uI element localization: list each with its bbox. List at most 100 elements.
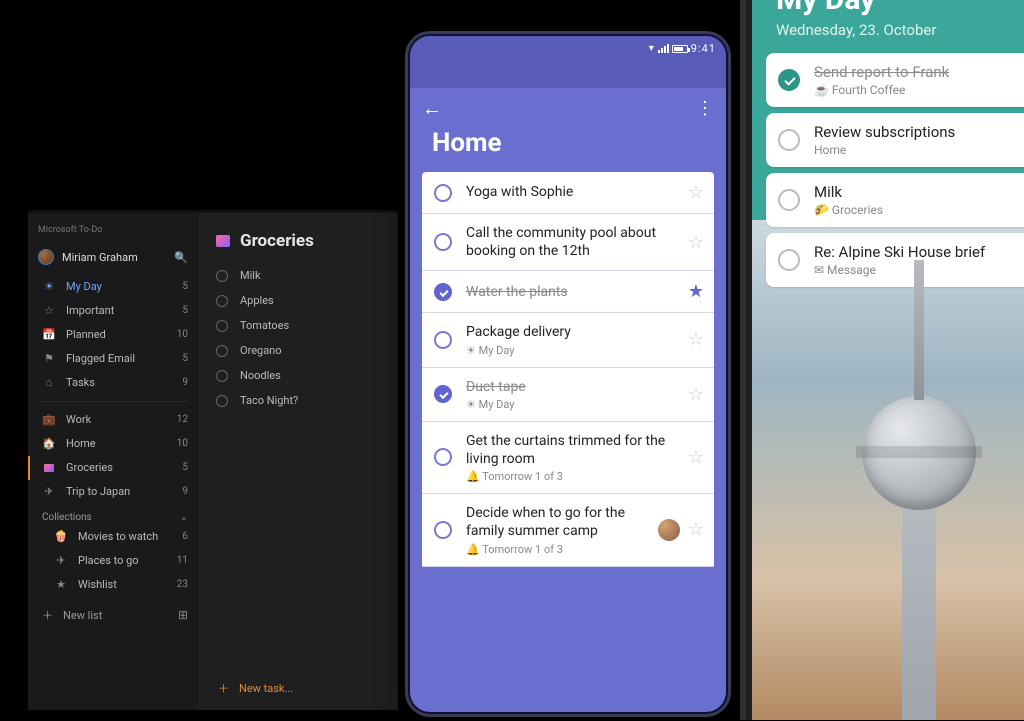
task-subtitle: 🔔 Tomorrow 1 of 3 bbox=[466, 470, 680, 483]
task-title: Re: Alpine Ski House brief bbox=[814, 243, 1024, 261]
collection-count: 11 bbox=[177, 553, 188, 569]
task-subtitle: Home bbox=[814, 143, 1024, 157]
task-title: Apples bbox=[240, 294, 274, 307]
nav-count: 5 bbox=[182, 351, 188, 367]
task-checkbox[interactable] bbox=[434, 233, 452, 251]
nav-label: My Day bbox=[66, 279, 182, 295]
nav-icon: ☆ bbox=[42, 303, 56, 319]
search-icon[interactable]: 🔍 bbox=[174, 251, 188, 264]
collection-count: 6 bbox=[182, 529, 188, 545]
task-checkbox[interactable] bbox=[216, 370, 228, 382]
list-title: Groceries bbox=[240, 231, 314, 251]
task-row[interactable]: Yoga with Sophie ☆ bbox=[422, 172, 714, 214]
star-icon[interactable]: ★ bbox=[688, 281, 704, 302]
star-icon[interactable]: ☆ bbox=[688, 519, 704, 540]
page-date: Wednesday, 23. October bbox=[752, 17, 1024, 53]
collection-item-wishlist[interactable]: ★Wishlist23 bbox=[28, 573, 198, 597]
task-checkbox[interactable] bbox=[434, 184, 452, 202]
tower-illustration bbox=[914, 260, 924, 400]
task-checkbox[interactable] bbox=[216, 320, 228, 332]
status-time: 9:41 bbox=[691, 42, 716, 55]
collection-label: Places to go bbox=[78, 553, 177, 569]
task-checkbox[interactable] bbox=[778, 69, 800, 91]
task-checkbox[interactable] bbox=[216, 295, 228, 307]
collections-header[interactable]: Collections ⌄ bbox=[28, 504, 198, 525]
collection-item-movies-to-watch[interactable]: 🍿Movies to watch6 bbox=[28, 525, 198, 549]
star-icon[interactable]: ☆ bbox=[688, 232, 704, 253]
nav-count: 5 bbox=[182, 303, 188, 319]
task-card[interactable]: Review subscriptionsHome bbox=[766, 113, 1024, 167]
android-topbar: ← ⋮ bbox=[410, 88, 726, 128]
task-title: Yoga with Sophie bbox=[466, 183, 680, 201]
task-row[interactable]: Package delivery☀ My Day☆ bbox=[422, 313, 714, 367]
list-label: Work bbox=[66, 412, 177, 428]
collection-item-places-to-go[interactable]: ✈Places to go11 bbox=[28, 549, 198, 573]
assignee-avatar bbox=[658, 519, 680, 541]
nav-item-important[interactable]: ☆ Important5 bbox=[28, 299, 198, 323]
task-checkbox[interactable] bbox=[434, 331, 452, 349]
task-checkbox[interactable] bbox=[216, 395, 228, 407]
list-icon: 💼 bbox=[42, 412, 56, 428]
list-item-home[interactable]: 🏠Home10 bbox=[28, 432, 198, 456]
user-row[interactable]: Miriam Graham 🔍 bbox=[28, 245, 198, 275]
more-menu-icon[interactable]: ⋮ bbox=[696, 98, 714, 119]
new-task-button[interactable]: ＋ New task... bbox=[218, 680, 293, 696]
list-label: Trip to Japan bbox=[66, 484, 182, 500]
collection-icon: 🍿 bbox=[54, 529, 68, 545]
task-checkbox[interactable] bbox=[434, 385, 452, 403]
task-row[interactable]: Decide when to go for the family summer … bbox=[422, 494, 714, 566]
task-subtitle: ☀ My Day bbox=[466, 344, 680, 357]
task-checkbox[interactable] bbox=[778, 129, 800, 151]
signal-icon bbox=[658, 44, 669, 53]
list-icon: 🏠 bbox=[42, 436, 56, 452]
ios-phone: My Day Wednesday, 23. October Send repor… bbox=[746, 0, 1024, 720]
task-row[interactable]: Call the community pool about booking on… bbox=[422, 214, 714, 271]
new-list-button[interactable]: ＋ New list ⊞ bbox=[28, 597, 198, 627]
list-label: Home bbox=[66, 436, 177, 452]
task-checkbox[interactable] bbox=[434, 283, 452, 301]
back-button[interactable]: ← bbox=[422, 96, 442, 121]
task-checkbox[interactable] bbox=[778, 189, 800, 211]
task-checkbox[interactable] bbox=[216, 270, 228, 282]
nav-item-tasks[interactable]: ⌂Tasks9 bbox=[28, 371, 198, 395]
task-checkbox[interactable] bbox=[434, 448, 452, 466]
task-row[interactable]: Oregano bbox=[210, 338, 390, 363]
task-list: Yoga with Sophie☆Call the community pool… bbox=[410, 172, 726, 567]
task-card[interactable]: Milk🌮 Groceries bbox=[766, 173, 1024, 227]
task-card[interactable]: Re: Alpine Ski House brief✉ Message bbox=[766, 233, 1024, 287]
nav-item-my-day[interactable]: ☀My Day5 bbox=[28, 275, 198, 299]
star-icon[interactable]: ☆ bbox=[688, 329, 704, 350]
task-card[interactable]: Send report to Frank☕ Fourth Coffee bbox=[766, 53, 1024, 107]
task-row[interactable]: Milk bbox=[210, 263, 390, 288]
star-icon[interactable]: ☆ bbox=[688, 182, 704, 203]
plus-icon: ＋ bbox=[218, 680, 229, 696]
task-checkbox[interactable] bbox=[434, 521, 452, 539]
nav-label: Important bbox=[66, 303, 182, 319]
task-cards: Send report to Frank☕ Fourth Coffee Revie… bbox=[752, 53, 1024, 287]
list-item-trip-to-japan[interactable]: ✈Trip to Japan9 bbox=[28, 480, 198, 504]
star-icon[interactable]: ☆ bbox=[688, 447, 704, 468]
star-icon[interactable]: ☆ bbox=[688, 384, 704, 405]
folder-icon bbox=[216, 235, 230, 247]
task-checkbox[interactable] bbox=[778, 249, 800, 271]
task-row[interactable]: Taco Night? bbox=[210, 388, 390, 413]
task-row[interactable]: Water the plants★ bbox=[422, 271, 714, 313]
task-row[interactable]: Duct tape☀ My Day☆ bbox=[422, 368, 714, 422]
nav-item-planned[interactable]: 📅Planned10 bbox=[28, 323, 198, 347]
task-row[interactable]: Get the curtains trimmed for the living … bbox=[422, 422, 714, 494]
nav-item-flagged-email[interactable]: ⚑Flagged Email5 bbox=[28, 347, 198, 371]
task-title: Send report to Frank bbox=[814, 63, 1024, 81]
task-row[interactable]: Tomatoes bbox=[210, 313, 390, 338]
nav-label: Planned bbox=[66, 327, 177, 343]
task-title: Milk bbox=[240, 269, 261, 282]
divider bbox=[38, 401, 188, 402]
task-row[interactable]: Apples bbox=[210, 288, 390, 313]
nav-icon: ⚑ bbox=[42, 351, 56, 367]
task-checkbox[interactable] bbox=[216, 345, 228, 357]
chevron-down-icon: ⌄ bbox=[180, 512, 188, 523]
desktop-main: Groceries Milk Apples TomatoesOreganoNoodl… bbox=[198, 213, 398, 710]
task-row[interactable]: Noodles bbox=[210, 363, 390, 388]
add-group-icon[interactable]: ⊞ bbox=[178, 608, 188, 622]
list-item-groceries[interactable]: Groceries5 bbox=[28, 456, 198, 480]
list-item-work[interactable]: 💼Work12 bbox=[28, 408, 198, 432]
